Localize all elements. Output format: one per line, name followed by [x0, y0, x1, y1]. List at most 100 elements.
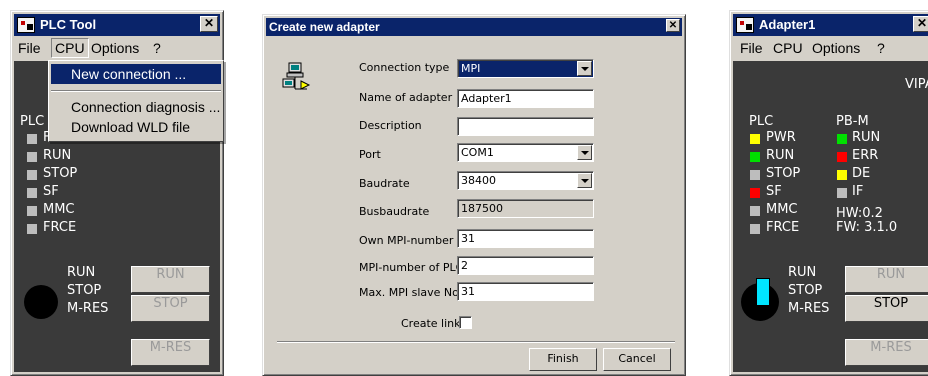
window-title: Adapter1: [759, 17, 816, 32]
led-stop: [750, 170, 760, 180]
label-port: Port: [359, 148, 381, 161]
port-select[interactable]: COM1: [457, 143, 594, 162]
menu-options[interactable]: Options: [812, 40, 860, 56]
switch-label-stop: STOP: [788, 283, 823, 298]
led-run: [750, 152, 760, 162]
switch-label-run: RUN: [67, 265, 96, 280]
led-label: SF: [43, 184, 59, 199]
led-pbm-de: [837, 170, 847, 180]
plc-tool-titlebar[interactable]: PLC Tool ✕: [14, 14, 220, 36]
chevron-down-icon[interactable]: [577, 61, 592, 76]
close-button[interactable]: ✕: [913, 16, 928, 32]
adapter-window: Adapter1 ✕ File CPU Options ? VIPA PLC P…: [729, 10, 928, 376]
led-pwr: [750, 134, 760, 144]
description-input[interactable]: [457, 117, 594, 136]
menubar: File CPU Options ?: [733, 37, 928, 59]
led-pbm-run: [837, 134, 847, 144]
mode-switch[interactable]: [741, 278, 779, 321]
mres-button[interactable]: M-RES: [131, 339, 210, 366]
close-button[interactable]: ✕: [200, 16, 218, 32]
pbm-header: PB-M: [836, 114, 869, 129]
create-adapter-dialog: Create new adapter ✕ Connection type MPI…: [262, 14, 686, 376]
create-link-label: Create link: [401, 317, 461, 330]
cancel-button[interactable]: Cancel: [603, 348, 671, 371]
create-link-checkbox[interactable]: [459, 316, 472, 329]
menu-item-download-wld[interactable]: Download WLD file: [51, 117, 221, 137]
cpu-menu: New connection ... Connection diagnosis …: [48, 60, 224, 142]
mres-button[interactable]: M-RES: [845, 339, 928, 366]
led-label: MMC: [43, 202, 75, 217]
led-label: STOP: [43, 166, 78, 181]
led-stop: [27, 170, 37, 180]
led-label: STOP: [766, 166, 801, 181]
switch-label-mres: M-RES: [67, 301, 109, 316]
label-baudrate: Baudrate: [359, 177, 410, 190]
menu-cpu[interactable]: CPU: [51, 38, 89, 58]
plc-mpi-number-input[interactable]: 2: [457, 256, 594, 275]
dialog-title: Create new adapter: [269, 20, 380, 34]
menu-file[interactable]: File: [18, 40, 41, 56]
finish-button[interactable]: Finish: [529, 348, 597, 371]
led-sf: [27, 188, 37, 198]
label-name-of-adapter: Name of adapter: [359, 91, 453, 104]
baudrate-select[interactable]: 38400: [457, 171, 594, 190]
label-own-mpi-number: Own MPI-number: [359, 234, 454, 247]
adapter-panel: VIPA PLC PWR RUN STOP SF MMC FRCE PB-M R…: [733, 61, 928, 372]
vendor-label: VIPA: [905, 77, 928, 92]
mode-switch[interactable]: [24, 285, 58, 319]
chevron-down-icon[interactable]: [577, 145, 592, 160]
label-connection-type: Connection type: [359, 61, 450, 74]
stop-button[interactable]: STOP: [845, 295, 928, 322]
led-label: RUN: [852, 130, 881, 145]
plc-tool-window: PLC Tool ✕ File CPU Options ? PLC F RUN …: [10, 10, 224, 376]
menu-separator: [51, 90, 221, 92]
adapter-name-input[interactable]: Adapter1: [457, 89, 594, 108]
dialog-titlebar[interactable]: Create new adapter ✕: [266, 18, 682, 36]
led-pbm-err: [837, 152, 847, 162]
led-f: [27, 134, 37, 144]
label-max-mpi-slave-no: Max. MPI slave No: [359, 286, 459, 299]
connection-type-select[interactable]: MPI: [457, 59, 594, 78]
led-label: IF: [852, 184, 864, 199]
menu-item-new-connection[interactable]: New connection ...: [51, 64, 221, 84]
stop-button[interactable]: STOP: [131, 295, 210, 322]
led-label: MMC: [766, 202, 798, 217]
led-label: DE: [852, 166, 871, 181]
label-busbaudrate: Busbaudrate: [359, 205, 430, 218]
led-label: SF: [766, 184, 782, 199]
busbaudrate-field: 187500: [457, 199, 594, 218]
adapter-titlebar[interactable]: Adapter1 ✕: [733, 14, 928, 36]
network-computer-icon: [282, 62, 311, 90]
led-sf: [750, 188, 760, 198]
menu-file[interactable]: File: [740, 40, 763, 56]
window-title: PLC Tool: [40, 17, 97, 32]
led-label: PWR: [766, 130, 796, 145]
switch-key-icon: [756, 278, 770, 306]
dialog-separator: [277, 341, 675, 343]
led-label: ERR: [852, 148, 879, 163]
app-icon: [17, 17, 35, 33]
max-mpi-slave-input[interactable]: 31: [457, 282, 594, 301]
menu-item-connection-diagnosis[interactable]: Connection diagnosis ...: [51, 97, 221, 117]
menu-cpu[interactable]: CPU: [773, 40, 803, 56]
led-label: RUN: [43, 148, 72, 163]
led-pbm-if: [837, 188, 847, 198]
own-mpi-number-input[interactable]: 31: [457, 229, 594, 248]
led-mmc: [27, 206, 37, 216]
led-run: [27, 152, 37, 162]
switch-label-run: RUN: [788, 265, 817, 280]
menubar: File CPU Options ?: [14, 37, 220, 59]
label-mpi-number-of-plc: MPI-number of PLC: [359, 261, 464, 274]
app-icon: [736, 17, 754, 33]
run-button[interactable]: RUN: [131, 266, 210, 293]
run-button[interactable]: RUN: [845, 266, 928, 293]
switch-label-mres: M-RES: [788, 301, 830, 316]
menu-help[interactable]: ?: [877, 40, 885, 56]
menu-options[interactable]: Options: [91, 40, 139, 56]
dialog-close-button[interactable]: ✕: [666, 19, 680, 32]
chevron-down-icon[interactable]: [577, 173, 592, 188]
led-mmc: [750, 206, 760, 216]
led-frce: [750, 224, 760, 234]
menu-help[interactable]: ?: [153, 40, 161, 56]
led-frce: [27, 224, 37, 234]
